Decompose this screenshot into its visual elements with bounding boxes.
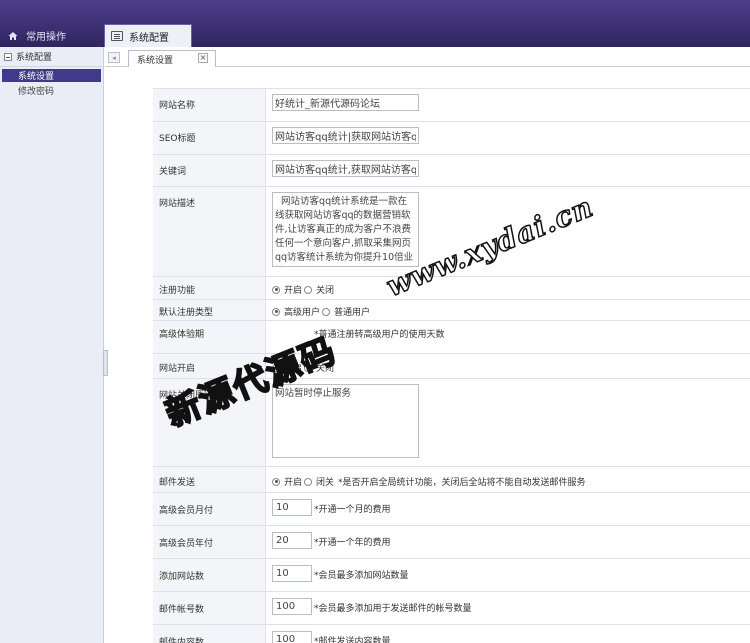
register-on-label: 开启: [284, 286, 303, 296]
type-normal-label: 普通用户: [334, 308, 371, 318]
row-site-name: 网站名称: [153, 89, 750, 122]
trial-label: 高级体验期: [153, 321, 266, 353]
yearly-hint: *开通一个年的费用: [314, 538, 391, 548]
top-tab-system-config[interactable]: 系统配置: [104, 24, 192, 47]
row-mail: 邮件发送 开启 闭关 *是否开启全局统计功能，关闭后全站将不能自动发送邮件服务: [153, 467, 750, 493]
tab-label: 系统设置: [137, 55, 174, 66]
trial-hint: *普通注册转高级用户的使用天数: [314, 330, 445, 340]
mail-hint: *是否开启全局统计功能，关闭后全站将不能自动发送邮件服务: [338, 478, 586, 488]
mail-accounts-label: 邮件帐号数: [153, 592, 266, 624]
site-open-off-label: 关闭: [316, 364, 335, 374]
site-open-off-option[interactable]: 关闭: [304, 361, 334, 374]
type-premium-label: 高级用户: [284, 308, 321, 318]
mail-label: 邮件发送: [153, 467, 266, 492]
radio-icon[interactable]: [304, 477, 313, 486]
row-keywords: 关键词: [153, 155, 750, 187]
sidebar-item-label: 系统设置: [18, 72, 55, 82]
top-bar: 常用操作 系统配置: [0, 0, 750, 47]
row-register: 注册功能 开启 关闭: [153, 277, 750, 300]
close-reason-label: 网站关闭原因: [153, 379, 266, 466]
yearly-fee-input[interactable]: [272, 532, 312, 549]
mail-content-label: 邮件内容数: [153, 625, 266, 643]
description-textarea[interactable]: 网站访客qq统计系统是一款在线获取网站访客qq的数据营销软件,让访客真正的成为客…: [272, 192, 419, 267]
row-mail-content: 邮件内容数 *邮件发送内容数量: [153, 625, 750, 643]
tab-close-icon[interactable]: ×: [198, 53, 208, 63]
row-monthly: 高级会员月付 *开通一个月的费用: [153, 493, 750, 526]
window-icon: [111, 31, 123, 41]
register-on-option[interactable]: 开启: [272, 283, 302, 296]
sidebar-item-system-settings[interactable]: 系统设置: [2, 69, 101, 82]
register-label: 注册功能: [153, 277, 266, 299]
sidebar: 系统配置 系统设置 修改密码: [0, 47, 104, 643]
description-label: 网站描述: [153, 187, 266, 276]
site-open-label: 网站开启: [153, 354, 266, 378]
top-tab-common[interactable]: 常用操作: [0, 24, 100, 47]
tab-scroll-left-icon[interactable]: ◂: [108, 52, 120, 63]
radio-icon[interactable]: [304, 285, 313, 294]
site-open-on-label: 开启: [284, 364, 303, 374]
top-tab-system-config-label: 系统配置: [129, 32, 169, 44]
sidebar-collapse-handle[interactable]: [103, 350, 108, 376]
type-normal-option[interactable]: 普通用户: [322, 305, 370, 318]
sidebar-item-change-password[interactable]: 修改密码: [2, 84, 101, 97]
monthly-hint: *开通一个月的费用: [314, 505, 391, 515]
register-off-option[interactable]: 关闭: [304, 283, 334, 296]
mail-on-option[interactable]: 开启: [272, 475, 302, 488]
row-trial: 高级体验期 *普通注册转高级用户的使用天数: [153, 321, 750, 354]
register-off-label: 关闭: [316, 286, 335, 296]
yearly-label: 高级会员年付: [153, 526, 266, 558]
row-description: 网站描述 网站访客qq统计系统是一款在线获取网站访客qq的数据营销软件,让访客真…: [153, 187, 750, 277]
radio-icon[interactable]: [272, 363, 280, 372]
radio-icon[interactable]: [272, 307, 280, 316]
mail-accounts-hint: *会员最多添加用于发送邮件的帐号数量: [314, 604, 472, 614]
monthly-label: 高级会员月付: [153, 493, 266, 525]
keywords-label: 关键词: [153, 155, 266, 186]
mail-accounts-input[interactable]: [272, 598, 312, 615]
site-open-on-option[interactable]: 开启: [272, 361, 302, 374]
radio-icon[interactable]: [272, 285, 280, 294]
sidebar-group-header[interactable]: 系统配置: [0, 47, 103, 67]
sidebar-item-label: 修改密码: [18, 87, 55, 97]
mail-off-label: 闭关: [316, 478, 335, 488]
mail-content-hint: *邮件发送内容数量: [314, 637, 391, 643]
close-reason-textarea[interactable]: 网站暂时停止服务: [272, 384, 419, 458]
mail-on-label: 开启: [284, 478, 303, 488]
add-sites-input[interactable]: [272, 565, 312, 582]
row-mail-accounts: 邮件帐号数 *会员最多添加用于发送邮件的帐号数量: [153, 592, 750, 625]
row-yearly: 高级会员年付 *开通一个年的费用: [153, 526, 750, 559]
seo-title-label: SEO标题: [153, 122, 266, 154]
type-premium-option[interactable]: 高级用户: [272, 305, 320, 318]
site-name-input[interactable]: [272, 94, 419, 111]
home-icon: [8, 31, 18, 40]
row-add-sites: 添加网站数 *会员最多添加网站数量: [153, 559, 750, 592]
keywords-input[interactable]: [272, 160, 419, 177]
row-default-type: 默认注册类型 高级用户 普通用户: [153, 300, 750, 321]
add-sites-label: 添加网站数: [153, 559, 266, 591]
row-close-reason: 网站关闭原因 网站暂时停止服务: [153, 379, 750, 467]
radio-icon[interactable]: [304, 363, 313, 372]
settings-form: 网站名称 SEO标题 关键词 网站描述 网站访客qq统计系统是一款在线获取网站访…: [153, 88, 750, 643]
site-name-label: 网站名称: [153, 89, 266, 121]
seo-title-input[interactable]: [272, 127, 419, 144]
mail-off-option[interactable]: 闭关: [304, 475, 334, 488]
add-sites-hint: *会员最多添加网站数量: [314, 571, 409, 581]
monthly-fee-input[interactable]: [272, 499, 312, 516]
top-tab-common-label: 常用操作: [26, 32, 66, 43]
radio-icon[interactable]: [272, 477, 280, 486]
mail-content-input[interactable]: [272, 631, 312, 643]
radio-icon[interactable]: [322, 307, 331, 316]
collapse-icon[interactable]: [4, 52, 12, 61]
default-type-label: 默认注册类型: [153, 300, 266, 320]
tab-bar: ◂ 系统设置 ×: [105, 47, 750, 67]
sidebar-group-title: 系统配置: [16, 53, 53, 63]
row-seo-title: SEO标题: [153, 122, 750, 155]
row-site-open: 网站开启 开启 关闭: [153, 354, 750, 379]
